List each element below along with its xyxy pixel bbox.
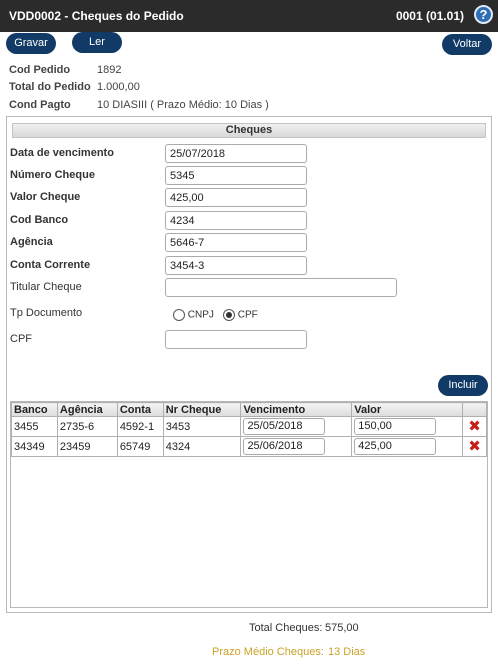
question-icon[interactable]: ? [474,5,493,24]
column-header-nr-cheque[interactable]: Nr Cheque [162,402,242,417]
cod-pedido-label: Cod Pedido [9,64,71,76]
column-header-valor[interactable]: Valor [351,402,463,417]
valor-input[interactable]: 150,00 [354,418,437,435]
total-cheques-value: 575,00 [325,622,359,634]
titular-cheque-label: Titular Cheque [10,281,82,293]
page-title: VDD0002 - Cheques do Pedido [9,9,184,23]
valor-cheque-field[interactable] [165,188,307,207]
cod-banco-field[interactable] [165,211,307,230]
vencimento-label: Data de vencimento [10,147,114,159]
prazo-medio-value: 13 Dias [328,646,366,658]
numero-cheque-label: Número Cheque [10,169,95,181]
version-code: 0001 (01.01) [395,9,464,23]
cell-nr-cheque: 4324 [162,436,242,457]
cond-pagto-label: Cond Pagto [9,99,71,111]
vencimento-field[interactable] [165,144,307,163]
column-header-actions [462,402,487,417]
column-header-conta[interactable]: Conta [116,402,164,417]
voltar-button[interactable]: Voltar [442,34,492,55]
prazo-medio-label: Prazo Médio Cheques: [212,646,324,658]
cell-agencia: 2735-6 [56,416,118,437]
valor-cheque-label: Valor Cheque [10,191,81,203]
total-pedido-value: 1.000,00 [97,81,140,93]
table-header-row: Banco Agência Conta Nr Cheque Vencimento… [11,402,487,417]
total-pedido-label: Total do Pedido [9,81,91,93]
cell-vencimento: 25/05/2018 [240,416,353,437]
cod-pedido-value: 1892 [97,64,122,76]
gravar-button[interactable]: Gravar [6,33,56,54]
numero-cheque-field[interactable] [165,166,307,185]
cell-vencimento: 25/06/2018 [240,436,353,457]
cheques-grid: Banco Agência Conta Nr Cheque Vencimento… [10,401,488,608]
cell-banco: 3455 [11,416,58,437]
title-bar: VDD0002 - Cheques do Pedido 0001 (01.01)… [0,0,498,32]
total-cheques-label: Total Cheques: [249,622,323,634]
table-row: 34349 23459 65749 4324 25/06/2018 425,00… [11,436,487,457]
cpf-field[interactable] [165,330,307,349]
cell-nr-cheque: 3453 [162,416,242,437]
cheques-table: Banco Agência Conta Nr Cheque Vencimento… [11,402,487,457]
cod-banco-label: Cod Banco [10,214,69,226]
cell-conta: 4592-1 [116,416,164,437]
delete-x-icon[interactable]: ✖ [465,419,484,434]
cell-delete: ✖ [462,416,487,437]
valor-input[interactable]: 425,00 [354,438,437,455]
cell-valor: 425,00 [351,436,463,457]
ler-button[interactable]: Ler [72,32,122,53]
cell-valor: 150,00 [351,416,463,437]
cell-agencia: 23459 [56,436,118,457]
section-title: Cheques [12,123,486,138]
column-header-banco[interactable]: Banco [11,402,58,417]
cell-delete: ✖ [462,436,487,457]
table-row: 3455 2735-6 4592-1 3453 25/05/2018 150,0… [11,416,487,437]
radio-cpf[interactable]: CPF [223,309,258,321]
cpf-label: CPF [10,333,32,345]
cheques-panel: Cheques Data de vencimento Número Cheque… [6,116,492,613]
radio-cpf-circle[interactable] [223,309,235,321]
conta-corrente-field[interactable] [165,256,307,275]
delete-x-icon[interactable]: ✖ [465,439,484,454]
cell-conta: 65749 [116,436,164,457]
tp-documento-label: Tp Documento [10,307,83,319]
vencimento-input[interactable]: 25/05/2018 [243,418,326,435]
cell-banco: 34349 [11,436,58,457]
radio-cnpj-label: CNPJ [187,309,214,321]
titular-cheque-field[interactable] [165,278,397,297]
incluir-button[interactable]: Incluir [438,375,488,396]
radio-cpf-label: CPF [237,309,258,321]
column-header-agencia[interactable]: Agência [56,402,118,417]
column-header-vencimento[interactable]: Vencimento [240,402,353,417]
cond-pagto-value: 10 DIASIII ( Prazo Médio: 10 Dias ) [97,99,269,111]
radio-cnpj-circle[interactable] [173,309,185,321]
agencia-label: Agência [10,236,53,248]
vencimento-input[interactable]: 25/06/2018 [243,438,326,455]
agencia-field[interactable] [165,233,307,252]
conta-corrente-label: Conta Corrente [10,259,91,271]
radio-cnpj[interactable]: CNPJ [173,309,214,321]
